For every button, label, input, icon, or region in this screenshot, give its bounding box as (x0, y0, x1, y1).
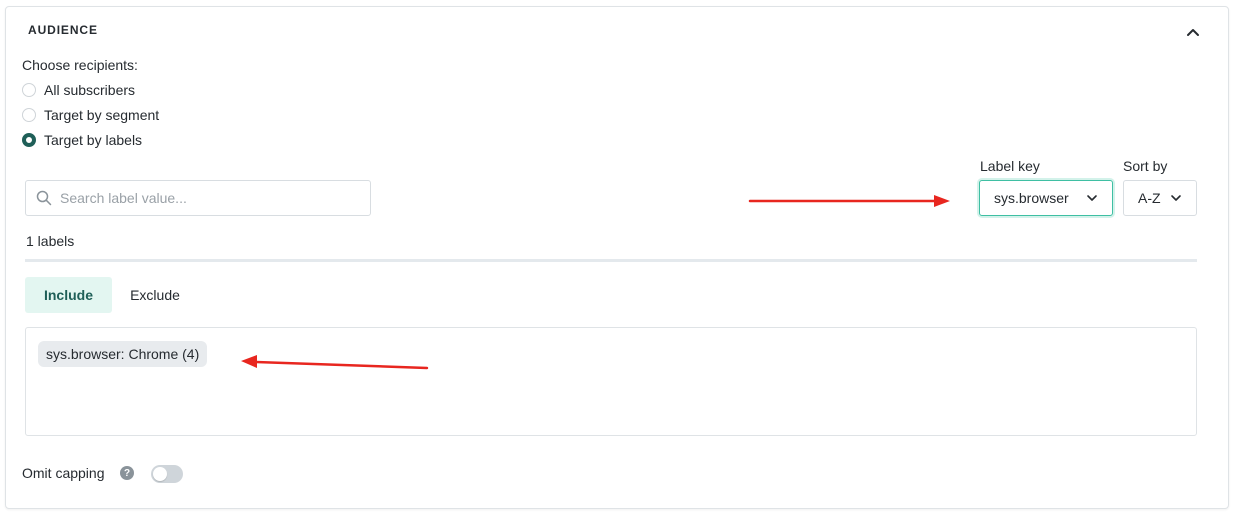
chevron-down-icon (1087, 195, 1097, 201)
radio-button[interactable] (22, 83, 36, 97)
omit-capping-label: Omit capping (22, 465, 105, 481)
sort-by-label: Sort by (1123, 158, 1168, 174)
label-key-select[interactable]: sys.browser (979, 180, 1113, 216)
radio-button[interactable] (22, 108, 36, 122)
radio-label: All subscribers (44, 82, 136, 98)
collapse-button[interactable] (1182, 21, 1204, 43)
label-key-value: sys.browser (994, 190, 1069, 206)
tab-include[interactable]: Include (25, 277, 112, 313)
sort-by-value: A-Z (1138, 190, 1161, 206)
label-chip-text: sys.browser: Chrome (4) (46, 346, 200, 362)
omit-capping-toggle[interactable] (151, 465, 183, 483)
radio-label: Target by labels (44, 132, 143, 148)
radio-all-subscribers[interactable]: All subscribers (22, 82, 135, 98)
radio-target-by-labels[interactable]: Target by labels (22, 132, 142, 148)
search-icon (36, 190, 52, 206)
search-box[interactable] (25, 180, 371, 216)
chevron-down-icon (1171, 195, 1181, 201)
radio-button-checked[interactable] (22, 133, 36, 147)
search-input[interactable] (60, 190, 350, 206)
selected-labels-area: sys.browser: Chrome (4) (25, 327, 1197, 436)
chevron-up-icon (1187, 29, 1199, 36)
help-icon[interactable]: ? (120, 466, 134, 480)
radio-label: Target by segment (44, 107, 160, 123)
label-chip[interactable]: sys.browser: Chrome (4) (38, 341, 208, 367)
radio-target-by-segment[interactable]: Target by segment (22, 107, 159, 123)
tab-exclude[interactable]: Exclude (120, 277, 190, 313)
recipients-label: Choose recipients: (22, 57, 138, 73)
divider (25, 259, 1197, 262)
labels-count: 1 labels (26, 233, 75, 249)
label-key-label: Label key (980, 158, 1040, 174)
toggle-knob (153, 467, 167, 481)
panel-title: AUDIENCE (28, 23, 98, 37)
sort-by-select[interactable]: A-Z (1123, 180, 1197, 216)
